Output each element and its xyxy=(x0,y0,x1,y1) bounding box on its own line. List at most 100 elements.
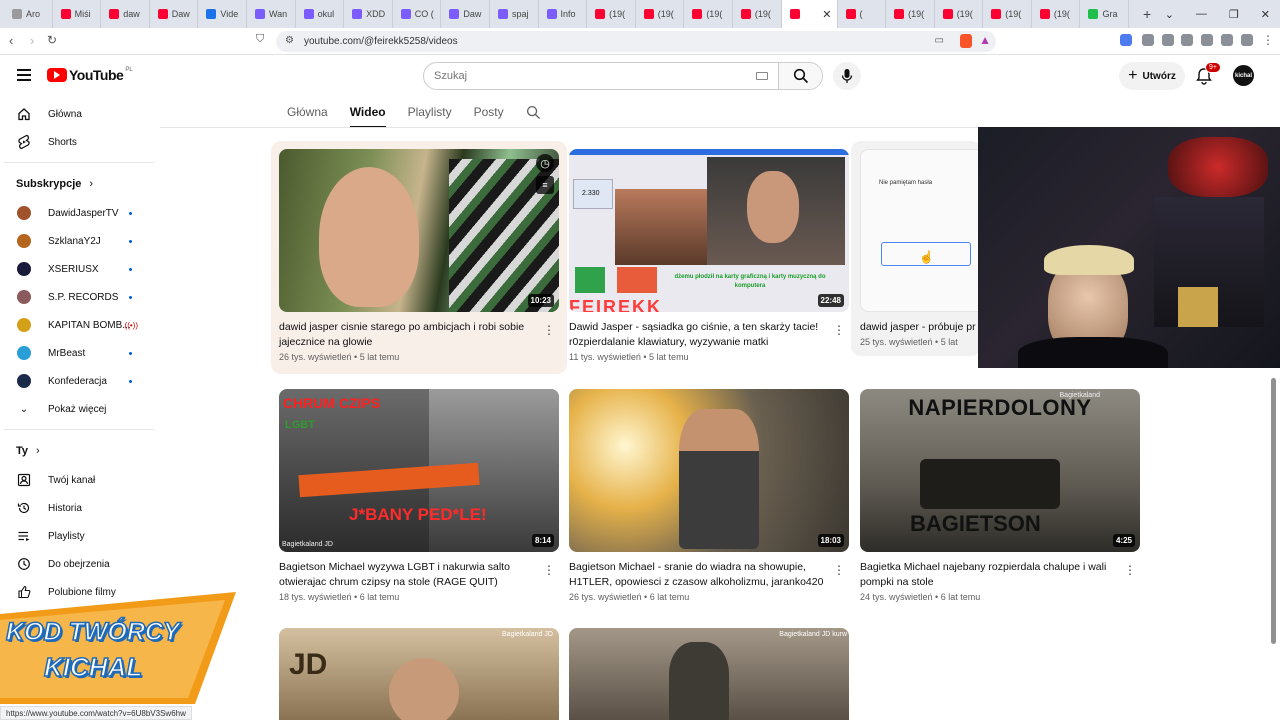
browser-tab[interactable]: (19( xyxy=(636,0,685,28)
new-tab-button[interactable]: + xyxy=(1137,6,1157,22)
video-thumbnail[interactable]: 2.330 dżemu płodził na karty graficzną i… xyxy=(569,149,849,312)
tab-posts[interactable]: Posty xyxy=(474,105,504,119)
brave-rewards-icon[interactable]: ▲ xyxy=(979,33,991,47)
video-title[interactable]: dawid jasper cisnie starego po ambicjach… xyxy=(279,320,534,350)
browser-tab[interactable]: spaj xyxy=(490,0,539,28)
video-title[interactable]: Dawid Jasper - sąsiadka go ciśnie, a ten… xyxy=(569,320,824,350)
forward-icon[interactable]: › xyxy=(30,33,34,48)
video-title[interactable]: Bagietson Michael wyzywa LGBT i nakurwia… xyxy=(279,560,534,590)
you-heading[interactable]: Ty › xyxy=(0,436,158,466)
sidebar-item-home[interactable]: Główna xyxy=(0,100,158,128)
tab-home[interactable]: Główna xyxy=(287,105,328,119)
browser-tab[interactable]: daw xyxy=(101,0,150,28)
video-thumbnail[interactable]: 18:03 xyxy=(569,389,849,552)
keyboard-icon[interactable] xyxy=(756,72,768,80)
subscription-item[interactable]: SzklanaY2J xyxy=(0,227,158,255)
subscription-item[interactable]: XSERIUSX xyxy=(0,255,158,283)
sidebar-item-playlist[interactable]: Playlisty xyxy=(0,522,158,550)
restore-icon[interactable]: ❐ xyxy=(1229,8,1239,21)
subscription-item[interactable]: S.P. RECORDS xyxy=(0,283,158,311)
wallet-icon[interactable] xyxy=(1201,34,1213,46)
tab-videos[interactable]: Wideo xyxy=(349,105,386,128)
video-menu-icon[interactable]: ⋮ xyxy=(833,563,845,577)
channel-search-icon[interactable] xyxy=(526,105,541,120)
browser-tab[interactable]: (19( xyxy=(733,0,782,28)
video-menu-icon[interactable]: ⋮ xyxy=(833,323,845,337)
browser-tab[interactable]: okul xyxy=(296,0,345,28)
bookmark-icon[interactable]: ⛉ xyxy=(256,33,264,46)
subscriptions-heading[interactable]: Subskrypcje › xyxy=(0,169,158,199)
video-card[interactable]: 18:03 Bagietson Michael - sranie do wiad… xyxy=(569,389,849,602)
video-thumbnail[interactable]: CHRUM CZIPS LGBT J*BANY PED*LE! Bagietka… xyxy=(279,389,559,552)
sidebar-item-channel[interactable]: Twój kanał xyxy=(0,466,158,494)
notifications-button[interactable]: 9+ xyxy=(1196,62,1221,85)
sidebar-item-watch-later[interactable]: Do obejrzenia xyxy=(0,550,158,578)
subscription-item[interactable]: KAPITAN BOMB... ((•)) xyxy=(0,311,158,339)
video-card[interactable]: JD Bagietkaland JD xyxy=(279,628,559,720)
site-info-icon[interactable]: ⚙ xyxy=(285,35,294,46)
subscription-item[interactable]: DawidJasperTV xyxy=(0,199,158,227)
browser-tab[interactable]: Info xyxy=(539,0,588,28)
guide-menu-icon[interactable] xyxy=(17,69,31,81)
browser-tab[interactable]: Gra xyxy=(1080,0,1130,28)
video-card[interactable]: ◷ ≡ 10:23 dawid jasper cisnie starego po… xyxy=(279,149,559,362)
browser-tab[interactable]: Aro xyxy=(4,0,53,28)
leo-ai-icon[interactable] xyxy=(1221,34,1233,46)
close-tab-icon[interactable]: ✕ xyxy=(822,8,831,21)
reload-icon[interactable]: ↻ xyxy=(47,33,57,47)
search-input[interactable] xyxy=(424,70,756,82)
tab-search-icon[interactable]: ⌄ xyxy=(1165,8,1174,21)
video-card[interactable]: CHRUM CZIPS LGBT J*BANY PED*LE! Bagietka… xyxy=(279,389,559,602)
browser-tab[interactable]: Daw xyxy=(441,0,490,28)
sidebar-item-shorts[interactable]: Shorts xyxy=(0,128,158,156)
browser-tab[interactable]: (19( xyxy=(935,0,984,28)
browser-tab[interactable]: Vide xyxy=(198,0,247,28)
browser-tab[interactable]: Daw xyxy=(150,0,199,28)
account-avatar[interactable]: kichal xyxy=(1233,65,1254,86)
browser-tab[interactable]: XDD xyxy=(344,0,393,28)
video-menu-icon[interactable]: ⋮ xyxy=(543,323,555,337)
sidebar-item-history[interactable]: Historia xyxy=(0,494,158,522)
browser-tab[interactable]: (19( xyxy=(587,0,636,28)
media-icon[interactable] xyxy=(1162,34,1174,46)
video-card[interactable]: 2.330 dżemu płodził na karty graficzną i… xyxy=(569,149,849,362)
close-window-icon[interactable]: ✕ xyxy=(1261,8,1270,21)
video-title[interactable]: Bagietson Michael - sranie do wiadra na … xyxy=(569,560,824,590)
browser-tab[interactable]: CO ( xyxy=(393,0,442,28)
video-thumbnail[interactable]: JD Bagietkaland JD xyxy=(279,628,559,720)
show-more-button[interactable]: ⌄ Pokaż więcej xyxy=(0,395,158,423)
vpn-icon[interactable] xyxy=(1241,34,1253,46)
add-to-queue-icon[interactable]: ≡ xyxy=(536,176,554,194)
browser-tab[interactable]: (19( xyxy=(886,0,935,28)
create-button[interactable]: + Utwórz xyxy=(1119,62,1185,90)
watch-later-icon[interactable]: ◷ xyxy=(536,154,554,172)
cast-icon[interactable]: ▭ xyxy=(935,35,944,46)
video-thumbnail[interactable]: NAPIERDOLONY BAGIETSON Bagietkaland 4:25 xyxy=(860,389,1140,552)
extensions-icon[interactable] xyxy=(1142,34,1154,46)
browser-tab[interactable]: (19( xyxy=(684,0,733,28)
video-thumbnail[interactable]: Bagietkaland JD kurw xyxy=(569,628,849,720)
video-card[interactable]: NAPIERDOLONY BAGIETSON Bagietkaland 4:25… xyxy=(860,389,1140,602)
browser-menu-icon[interactable]: ⋮ xyxy=(1262,33,1274,47)
minimize-icon[interactable]: — xyxy=(1196,8,1207,20)
scrollbar-thumb[interactable] xyxy=(1271,378,1276,644)
browser-tab[interactable]: (19( xyxy=(1032,0,1081,28)
voice-search-button[interactable] xyxy=(833,62,861,90)
video-card[interactable]: Bagietkaland JD kurw xyxy=(569,628,849,720)
video-menu-icon[interactable]: ⋮ xyxy=(543,563,555,577)
video-title[interactable]: Bagietka Michael najebany rozpierdala ch… xyxy=(860,560,1115,590)
video-menu-icon[interactable]: ⋮ xyxy=(1124,563,1136,577)
browser-tab[interactable]: Wan xyxy=(247,0,296,28)
video-thumbnail[interactable]: ◷ ≡ 10:23 xyxy=(279,149,559,312)
youtube-logo[interactable]: YouTube PL xyxy=(47,67,133,83)
browser-tab[interactable]: (19( xyxy=(983,0,1032,28)
search-box[interactable] xyxy=(423,62,823,90)
subscription-item[interactable]: Konfederacja xyxy=(0,367,158,395)
browser-tab[interactable]: Miśi xyxy=(53,0,102,28)
translate-icon[interactable] xyxy=(1120,34,1132,46)
back-icon[interactable]: ‹ xyxy=(9,33,13,48)
brave-shield-icon[interactable] xyxy=(960,34,972,48)
subscription-item[interactable]: MrBeast xyxy=(0,339,158,367)
browser-tab[interactable]: ✕ xyxy=(781,0,838,28)
search-button[interactable] xyxy=(778,63,822,89)
